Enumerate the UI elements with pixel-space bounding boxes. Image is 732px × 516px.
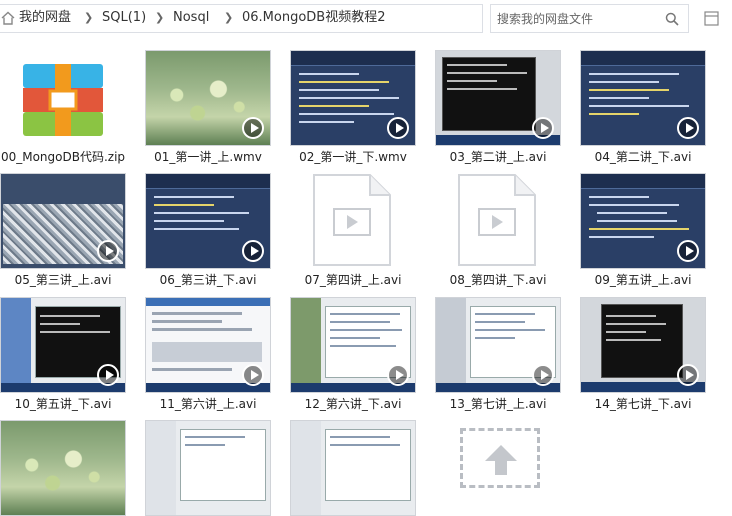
file-name[interactable]: 07_第四讲_上.avi [280, 271, 426, 288]
play-icon [242, 240, 264, 262]
play-icon [97, 240, 119, 262]
video-thumbnail[interactable] [290, 50, 416, 146]
play-icon [532, 117, 554, 139]
video-thumbnail[interactable] [435, 50, 561, 146]
play-icon [387, 364, 409, 386]
video-thumbnail[interactable] [580, 50, 706, 146]
home-icon[interactable] [0, 10, 16, 26]
breadcrumb-separator: ❯ [84, 11, 94, 24]
video-thumbnail[interactable] [145, 420, 271, 516]
file-name[interactable]: 06_第三讲_下.avi [135, 271, 281, 288]
file-name[interactable]: 04_第二讲_下.avi [570, 148, 716, 165]
video-thumbnail[interactable] [0, 420, 126, 516]
file-name[interactable]: 09_第五讲_上.avi [570, 271, 716, 288]
video-thumbnail[interactable] [145, 50, 271, 146]
file-name[interactable]: 01_第一讲_上.wmv [135, 148, 281, 165]
breadcrumb-separator: ❯ [224, 11, 234, 24]
zip-archive-icon [23, 64, 103, 136]
video-thumbnail[interactable] [580, 173, 706, 269]
play-icon [677, 117, 699, 139]
breadcrumb-item-my-disk[interactable]: 我的网盘 [19, 10, 71, 26]
upload-arrow-icon [485, 445, 517, 475]
breadcrumb-item-sql[interactable]: SQL(1) [102, 10, 146, 26]
breadcrumb-item-nosql[interactable]: Nosql [173, 10, 209, 26]
breadcrumb-item-current-folder[interactable]: 06.MongoDB视频教程2 [242, 10, 386, 26]
file-name[interactable]: 08_第四讲_下.avi [425, 271, 571, 288]
play-icon [97, 364, 119, 386]
play-icon [387, 117, 409, 139]
video-thumbnail[interactable] [435, 297, 561, 393]
file-name[interactable]: 03_第二讲_上.avi [425, 148, 571, 165]
video-file-icon [313, 174, 391, 266]
file-name[interactable]: 05_第三讲_上.avi [0, 271, 136, 288]
file-grid: 00_MongoDB代码.zip 01_第一讲_上.wmv 02_第一讲_下.w… [0, 46, 732, 516]
search-icon[interactable] [665, 12, 679, 26]
video-file-icon [458, 174, 536, 266]
upload-tile[interactable] [460, 428, 540, 488]
video-thumbnail[interactable] [290, 420, 416, 516]
play-icon [677, 240, 699, 262]
file-name[interactable]: 02_第一讲_下.wmv [280, 148, 426, 165]
video-thumbnail[interactable] [145, 173, 271, 269]
play-icon [532, 364, 554, 386]
file-name[interactable]: 14_第七讲_下.avi [570, 395, 716, 412]
file-name[interactable]: 12_第六讲_下.avi [280, 395, 426, 412]
file-name[interactable]: 10_第五讲_下.avi [0, 395, 136, 412]
breadcrumb-separator: ❯ [155, 11, 165, 24]
play-icon [242, 117, 264, 139]
play-icon [677, 364, 699, 386]
top-bar: 我的网盘 ❯ SQL(1) ❯ Nosql ❯ 06.MongoDB视频教程2 [0, 0, 732, 38]
file-name[interactable]: 00_MongoDB代码.zip [0, 148, 136, 165]
view-toggle-icon[interactable] [704, 11, 719, 26]
video-thumbnail[interactable] [0, 297, 126, 393]
video-thumbnail[interactable] [580, 297, 706, 393]
file-name[interactable]: 13_第七讲_上.avi [425, 395, 571, 412]
play-icon [242, 364, 264, 386]
video-thumbnail[interactable] [290, 297, 416, 393]
video-thumbnail[interactable] [0, 173, 126, 269]
video-thumbnail[interactable] [145, 297, 271, 393]
file-name[interactable]: 11_第六讲_上.avi [135, 395, 281, 412]
search-input[interactable] [497, 10, 657, 28]
search-box[interactable] [490, 4, 689, 33]
